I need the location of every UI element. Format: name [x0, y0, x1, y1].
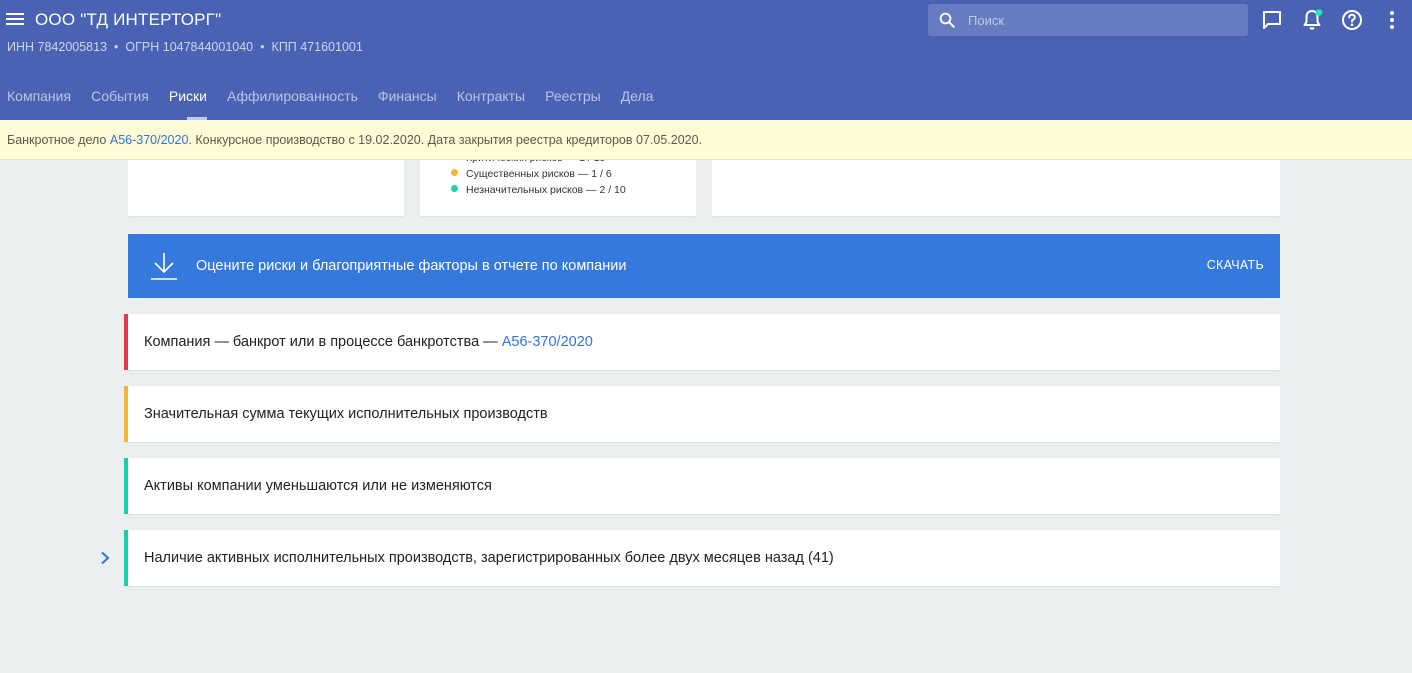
- report-download-banner[interactable]: Оцените риски и благоприятные факторы в …: [128, 234, 1280, 298]
- risk-label: Значительная сумма текущих исполнительны…: [144, 406, 548, 422]
- risk-label: Активы компании уменьшаются или не измен…: [144, 478, 492, 494]
- banner-text: Оцените риски и благоприятные факторы в …: [196, 258, 627, 274]
- alert-suffix: . Конкурсное производство с 19.02.2020. …: [188, 133, 703, 147]
- risk-item-minor[interactable]: Активы компании уменьшаются или не измен…: [124, 458, 1280, 514]
- significant-dot: [451, 169, 458, 176]
- alert-prefix: Банкротное дело: [7, 133, 110, 147]
- tab-affiliation[interactable]: Аффилированность: [217, 86, 368, 120]
- risk-label: Наличие активных исполнительных производ…: [144, 550, 834, 566]
- risk-item-critical[interactable]: Компания — банкрот или в процессе банкро…: [124, 314, 1280, 370]
- bankruptcy-alert: Банкротное дело А56-370/2020. Конкурсное…: [0, 120, 1412, 160]
- more-icon[interactable]: [1380, 8, 1404, 32]
- tab-finance[interactable]: Финансы: [368, 86, 447, 120]
- help-icon[interactable]: [1340, 8, 1364, 32]
- section-tabs: Компания События Риски Аффилированность …: [0, 86, 663, 120]
- legend-label: Существенных рисков — 1 / 6: [466, 168, 612, 180]
- search-box[interactable]: [928, 4, 1248, 36]
- risk-label: Компания — банкрот или в процессе банкро…: [144, 334, 502, 350]
- download-button[interactable]: СКАЧАТЬ: [1207, 258, 1264, 272]
- tab-company[interactable]: Компания: [0, 86, 81, 120]
- tab-risks[interactable]: Риски: [159, 86, 217, 120]
- legend-item-significant: Существенных рисков — 1 / 6: [451, 167, 612, 181]
- risk-item-minor-expandable[interactable]: Наличие активных исполнительных производ…: [124, 530, 1280, 586]
- app-header: ООО "ТД ИНТЕРТОРГ" ИНН 7842005813 • ОГРН…: [0, 0, 1412, 120]
- tab-cases[interactable]: Дела: [611, 86, 664, 120]
- risk-case-link[interactable]: А56-370/2020: [502, 334, 593, 350]
- legend-item-minor: Незначительных рисков — 2 / 10: [451, 183, 626, 197]
- risk-text: Компания — банкрот или в процессе банкро…: [144, 334, 593, 350]
- kpp-value: КПП 471601001: [271, 40, 363, 54]
- tab-contracts[interactable]: Контракты: [447, 86, 535, 120]
- company-identifiers: ИНН 7842005813 • ОГРН 1047844001040 • КП…: [7, 40, 363, 54]
- legend-label: Незначительных рисков — 2 / 10: [466, 184, 626, 196]
- notification-dot: [1315, 9, 1323, 16]
- tab-registries[interactable]: Реестры: [535, 86, 611, 120]
- risk-item-significant[interactable]: Значительная сумма текущих исполнительны…: [124, 386, 1280, 442]
- search-icon: [939, 12, 955, 28]
- bankruptcy-case-link[interactable]: А56-370/2020: [110, 133, 189, 147]
- minor-dot: [451, 185, 458, 192]
- chat-icon[interactable]: [1260, 8, 1284, 32]
- tab-events[interactable]: События: [81, 86, 159, 120]
- separator-dot: •: [114, 40, 119, 54]
- company-title: ООО "ТД ИНТЕРТОРГ": [35, 10, 222, 29]
- bell-icon[interactable]: [1300, 8, 1324, 32]
- menu-icon[interactable]: [6, 11, 24, 27]
- chevron-right-icon[interactable]: [98, 551, 112, 565]
- search-input[interactable]: [968, 4, 1238, 36]
- separator-dot: •: [260, 40, 265, 54]
- inn-value: ИНН 7842005813: [7, 40, 108, 54]
- ogrn-value: ОГРН 1047844001040: [125, 40, 254, 54]
- download-icon: [151, 253, 177, 280]
